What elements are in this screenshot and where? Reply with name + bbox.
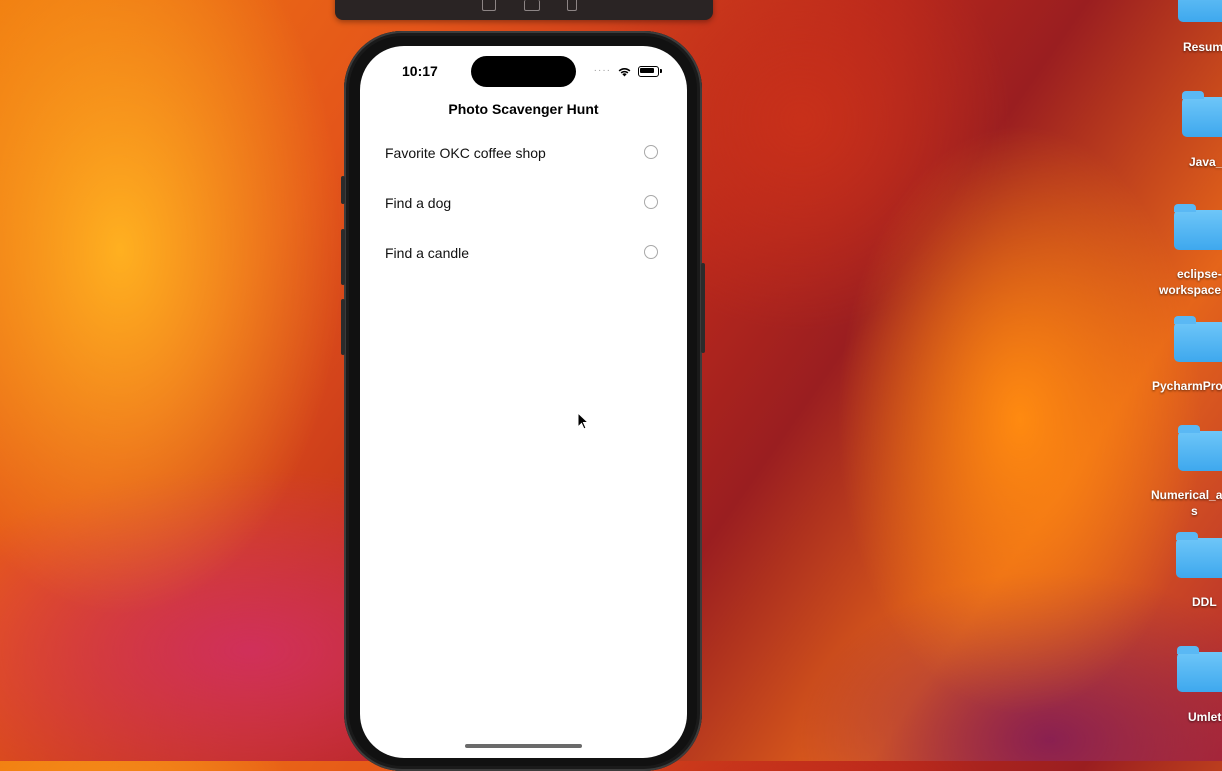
action-button (341, 176, 345, 204)
wifi-icon (618, 67, 631, 76)
folder-label: eclipse- (1177, 267, 1222, 281)
folder-icon (1178, 425, 1222, 471)
volume-up-button (341, 229, 345, 285)
home-indicator[interactable] (465, 744, 582, 748)
rotate-icon[interactable] (567, 0, 577, 11)
task-list: Favorite OKC coffee shop Find a dog Find… (360, 131, 687, 281)
task-label: Favorite OKC coffee shop (385, 145, 546, 161)
folder-icon (1182, 91, 1222, 137)
dynamic-island (471, 56, 576, 87)
folder-label-line2: s (1191, 504, 1198, 518)
status-time: 10:17 (402, 63, 438, 79)
folder-label: PycharmPro (1152, 379, 1222, 393)
battery-icon (638, 65, 662, 77)
power-button (701, 263, 705, 353)
status-indicators: ···· (593, 64, 662, 78)
task-label: Find a candle (385, 245, 470, 261)
task-label: Find a dog (385, 195, 452, 211)
nav-title: Photo Scavenger Hunt (448, 101, 599, 117)
folder-label-line2: workspace (1159, 283, 1222, 297)
screenshot-icon[interactable] (524, 0, 540, 11)
task-row[interactable]: Find a dog (360, 181, 687, 231)
task-checkbox-circle-icon[interactable] (644, 145, 658, 159)
task-checkbox-circle-icon[interactable] (644, 245, 658, 259)
folder-icon (1177, 646, 1222, 692)
iphone-simulator: 10:17 ···· Photo Scavenger Hunt Favorite… (341, 31, 705, 771)
task-row[interactable]: Favorite OKC coffee shop (360, 131, 687, 181)
signal-dots: ···· (593, 65, 611, 76)
folder-label: DDL (1192, 595, 1217, 609)
folder-label: Umlet (1188, 710, 1222, 724)
phone-screen: 10:17 ···· Photo Scavenger Hunt Favorite… (360, 46, 687, 758)
home-icon[interactable] (482, 0, 496, 11)
mouse-cursor-icon (577, 412, 589, 430)
volume-down-button (341, 299, 345, 355)
folder-label: Java_ (1189, 155, 1222, 169)
task-checkbox-circle-icon[interactable] (644, 195, 658, 209)
desktop-icons: Resum Java_ eclipse- workspace PycharmPr… (1140, 0, 1222, 761)
simulator-toolbar (335, 0, 713, 20)
folder-label: Numerical_a (1151, 488, 1222, 502)
folder-icon (1176, 532, 1222, 578)
folder-icon (1174, 316, 1222, 362)
folder-label: Resum (1183, 40, 1222, 54)
task-row[interactable]: Find a candle (360, 231, 687, 281)
folder-icon (1178, 0, 1222, 22)
folder-icon (1174, 204, 1222, 250)
